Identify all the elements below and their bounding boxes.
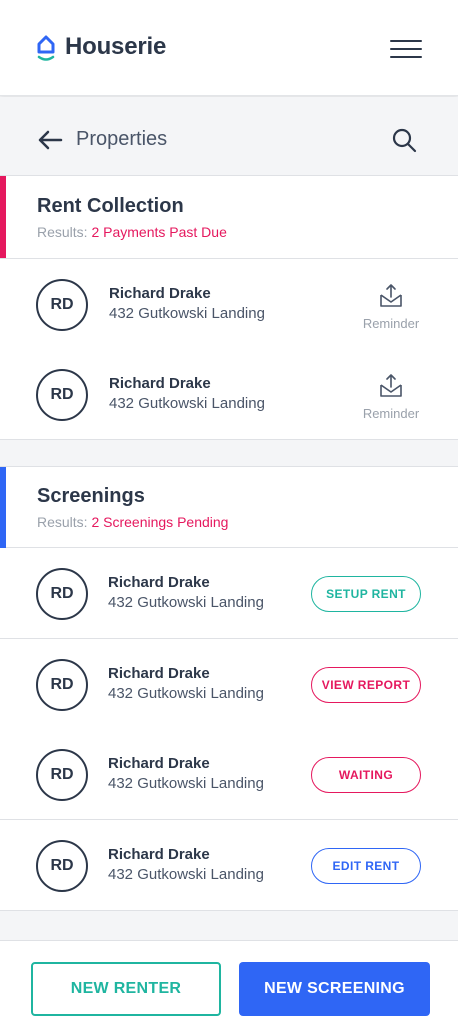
tenant-name: Richard Drake (109, 285, 211, 302)
edit-rent-button[interactable]: EDIT RENT (311, 848, 421, 884)
list-item[interactable]: RD Richard Drake 432 Gutkowski Landing R… (0, 349, 458, 440)
setup-rent-button[interactable]: SETUP RENT (311, 576, 421, 612)
brand-logo[interactable]: Houserie (36, 33, 166, 61)
tenant-address: 432 Gutkowski Landing (108, 775, 264, 792)
avatar: RD (36, 568, 88, 620)
sub-header (0, 97, 458, 176)
tenant-address: 432 Gutkowski Landing (109, 305, 265, 322)
screenings-results: Results: 2 Screenings Pending (37, 514, 229, 530)
list-item[interactable]: RD Richard Drake 432 Gutkowski Landing W… (0, 729, 458, 820)
rent-collection-title: Rent Collection (37, 195, 184, 217)
tenant-name: Richard Drake (109, 375, 211, 392)
hamburger-menu-icon[interactable] (390, 40, 422, 60)
list-item[interactable]: RD Richard Drake 432 Gutkowski Landing V… (0, 639, 458, 730)
top-bar: Houserie (0, 0, 458, 96)
search-icon[interactable] (391, 127, 417, 153)
view-report-button[interactable]: VIEW REPORT (311, 667, 421, 703)
tenant-name: Richard Drake (108, 665, 210, 682)
section-accent (0, 467, 6, 549)
list-item[interactable]: RD Richard Drake 432 Gutkowski Landing E… (0, 820, 458, 911)
avatar: RD (36, 279, 88, 331)
results-highlight: 2 Screenings Pending (91, 514, 229, 530)
reminder-button[interactable]: Reminder (356, 373, 426, 421)
avatar: RD (36, 369, 88, 421)
avatar: RD (36, 659, 88, 711)
tenant-name: Richard Drake (108, 846, 210, 863)
tenant-address: 432 Gutkowski Landing (108, 866, 264, 883)
page-title: Properties (76, 128, 168, 150)
list-item[interactable]: RD Richard Drake 432 Gutkowski Landing R… (0, 259, 458, 350)
send-mail-icon (380, 284, 402, 307)
tenant-address: 432 Gutkowski Landing (108, 685, 264, 702)
tenant-name: Richard Drake (108, 755, 210, 772)
house-logo-icon (37, 35, 55, 61)
arrow-left-icon[interactable] (37, 129, 63, 151)
reminder-label: Reminder (362, 406, 420, 421)
avatar: RD (36, 840, 88, 892)
reminder-label: Reminder (362, 316, 420, 331)
new-renter-button[interactable]: NEW RENTER (31, 962, 221, 1016)
avatar: RD (36, 749, 88, 801)
tenant-name: Richard Drake (108, 574, 210, 591)
new-screening-button[interactable]: NEW SCREENING (239, 962, 430, 1016)
list-item[interactable]: RD Richard Drake 432 Gutkowski Landing S… (0, 548, 458, 639)
send-mail-icon (380, 374, 402, 397)
footer-action-bar: NEW RENTER NEW SCREENING (0, 940, 458, 1036)
results-highlight: 2 Payments Past Due (91, 224, 227, 240)
screenings-title: Screenings (37, 485, 145, 507)
reminder-button[interactable]: Reminder (356, 283, 426, 331)
brand-name: Houserie (65, 33, 167, 60)
section-accent (0, 176, 6, 258)
waiting-button[interactable]: WAITING (311, 757, 421, 793)
tenant-address: 432 Gutkowski Landing (109, 395, 265, 412)
tenant-address: 432 Gutkowski Landing (108, 594, 264, 611)
rent-collection-results: Results: 2 Payments Past Due (37, 224, 227, 240)
